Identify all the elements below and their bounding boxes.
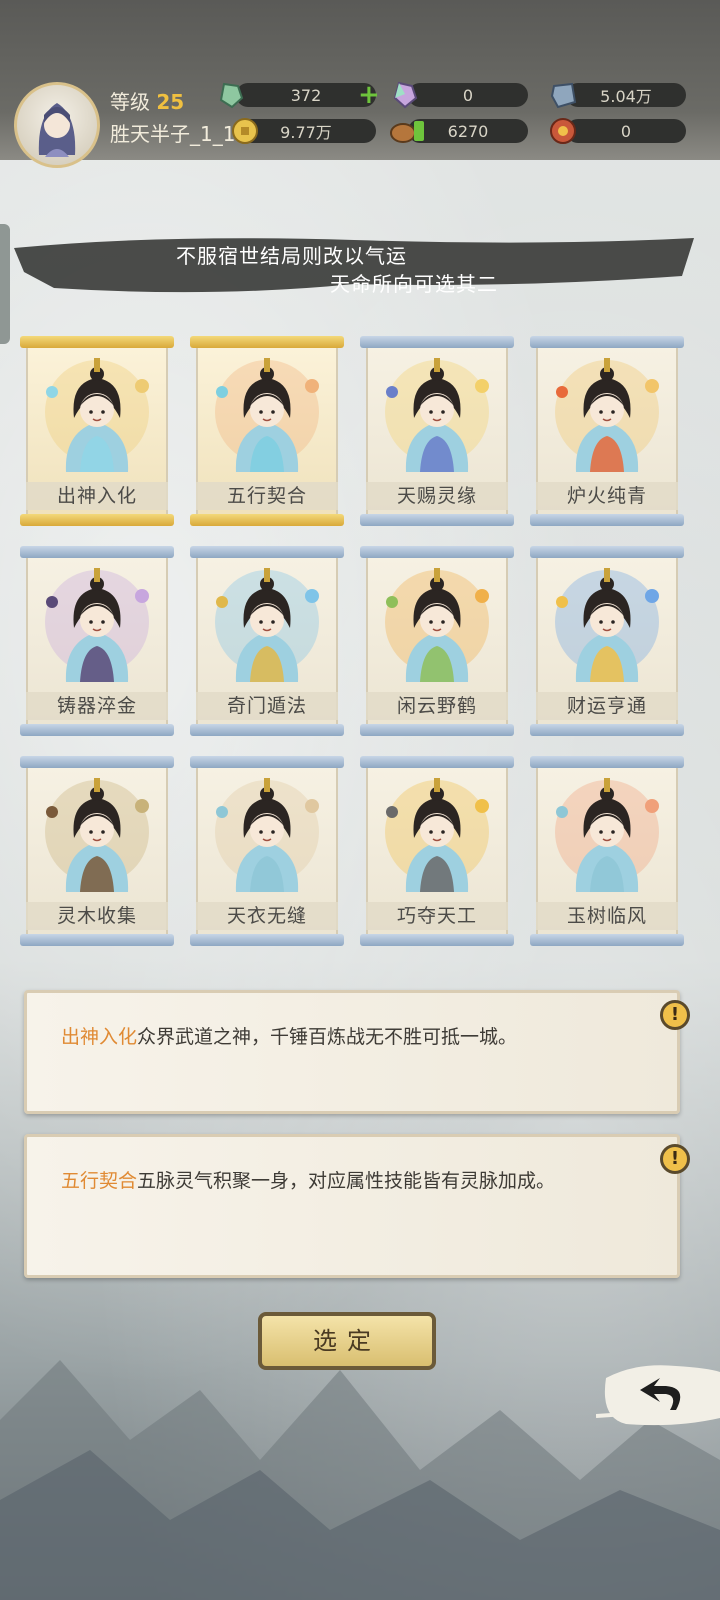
green-crystal-icon	[219, 82, 244, 109]
resource-value: 6270	[447, 121, 489, 141]
scroll-rod-top	[20, 336, 174, 348]
cultivator-portrait-icon	[555, 568, 659, 682]
resource-red-token[interactable]: 0	[566, 119, 686, 143]
scroll-rod-top	[360, 756, 514, 768]
scroll-rod-bottom	[190, 514, 344, 526]
avatar[interactable]	[14, 82, 100, 168]
description-text: 众界武道之神，千锤百炼战无不胜可抵一城。	[137, 1026, 518, 1048]
talent-card-label: 巧夺天工	[366, 902, 508, 930]
cultivator-portrait-icon	[45, 358, 149, 472]
talent-card-label: 出神入化	[26, 482, 168, 510]
level-value: 25	[156, 90, 185, 114]
scroll-rod-bottom	[360, 934, 514, 946]
resource-value: 9.77万	[280, 123, 332, 142]
scroll-rod-top	[20, 756, 174, 768]
side-drawer-tab[interactable]	[0, 224, 10, 344]
talent-card-2[interactable]: 五行契合	[190, 336, 344, 526]
description-panel-1: 出神入化众界武道之神，千锤百炼战无不胜可抵一城。	[24, 990, 680, 1114]
resource-value: 0	[462, 85, 474, 105]
gold-coin-icon	[232, 118, 258, 144]
talent-card-label: 财运亨通	[536, 692, 678, 720]
scroll-rod-bottom	[20, 934, 174, 946]
scroll-rod-top	[360, 546, 514, 558]
add-crystal-button[interactable]: +	[358, 82, 380, 108]
scroll-rod-bottom	[530, 514, 684, 526]
level-label: 等级 25	[110, 90, 185, 114]
scroll-rod-bottom	[530, 724, 684, 736]
character-portrait-icon	[38, 103, 76, 157]
resource-value: 0	[620, 121, 632, 141]
talent-card-label: 灵木收集	[26, 902, 168, 930]
talent-card-12[interactable]: 玉树临风	[530, 756, 684, 946]
scroll-rod-top	[20, 546, 174, 558]
cultivator-portrait-icon	[555, 358, 659, 472]
resource-green-crystal[interactable]: 372	[236, 83, 376, 107]
cultivator-portrait-icon	[45, 568, 149, 682]
resource-leather-bag[interactable]: 6270	[408, 119, 528, 143]
resource-value: 5.04万	[600, 87, 652, 106]
cultivator-portrait-icon	[215, 568, 319, 682]
banner-line1: 不服宿世结局则改以气运	[176, 244, 407, 268]
cultivator-portrait-icon	[385, 358, 489, 472]
bag-progress-marker	[414, 121, 424, 141]
player-name: 胜天半子_1_1	[110, 122, 236, 146]
talent-card-7[interactable]: 闲云野鹤	[360, 546, 514, 736]
talent-card-label: 奇门遁法	[196, 692, 338, 720]
back-button[interactable]	[596, 1358, 720, 1430]
cultivator-portrait-icon	[215, 778, 319, 892]
resource-spirit-stone[interactable]: 5.04万	[566, 83, 686, 107]
talent-card-8[interactable]: 财运亨通	[530, 546, 684, 736]
description-panel-2: 五行契合五脉灵气积聚一身，对应属性技能皆有灵脉加成。	[24, 1134, 680, 1278]
cultivator-portrait-icon	[45, 778, 149, 892]
talent-card-label: 闲云野鹤	[366, 692, 508, 720]
cultivator-portrait-icon	[555, 778, 659, 892]
talent-card-label: 炉火纯青	[536, 482, 678, 510]
red-token-icon	[550, 118, 576, 144]
resource-rainbow-crystal[interactable]: 0	[408, 83, 528, 107]
info-alert-icon[interactable]: !	[660, 1144, 690, 1174]
scroll-rod-top	[530, 336, 684, 348]
scroll-rod-bottom	[360, 514, 514, 526]
scroll-rod-top	[190, 546, 344, 558]
scroll-rod-top	[360, 336, 514, 348]
talent-card-label: 铸器淬金	[26, 692, 168, 720]
description-title: 出神入化	[61, 1026, 138, 1048]
scroll-rod-bottom	[360, 724, 514, 736]
talent-card-label: 玉树临风	[536, 902, 678, 930]
talent-card-label: 天赐灵缘	[366, 482, 508, 510]
cultivator-portrait-icon	[215, 358, 319, 472]
talent-card-5[interactable]: 铸器淬金	[20, 546, 174, 736]
info-alert-icon[interactable]: !	[660, 1000, 690, 1030]
scroll-rod-bottom	[190, 934, 344, 946]
description-text: 五脉灵气积聚一身，对应属性技能皆有灵脉加成。	[137, 1170, 556, 1192]
spirit-stone-icon	[550, 82, 577, 109]
talent-card-9[interactable]: 灵木收集	[20, 756, 174, 946]
talent-card-1[interactable]: 出神入化	[20, 336, 174, 526]
scroll-rod-bottom	[20, 724, 174, 736]
scroll-rod-bottom	[530, 934, 684, 946]
talent-card-4[interactable]: 炉火纯青	[530, 336, 684, 526]
scroll-rod-top	[530, 756, 684, 768]
talent-card-label: 天衣无缝	[196, 902, 338, 930]
talent-card-10[interactable]: 天衣无缝	[190, 756, 344, 946]
scroll-rod-top	[190, 756, 344, 768]
description-title: 五行契合	[61, 1170, 138, 1192]
scroll-rod-top	[190, 336, 344, 348]
resource-value: 372	[290, 85, 322, 105]
scroll-rod-bottom	[20, 514, 174, 526]
talent-card-3[interactable]: 天赐灵缘	[360, 336, 514, 526]
talent-card-label: 五行契合	[196, 482, 338, 510]
banner-line2: 天命所向可选其二	[330, 272, 498, 296]
cultivator-portrait-icon	[385, 568, 489, 682]
select-button[interactable]: 选定	[258, 1312, 436, 1370]
scroll-rod-bottom	[190, 724, 344, 736]
talent-card-6[interactable]: 奇门遁法	[190, 546, 344, 736]
cultivator-portrait-icon	[385, 778, 489, 892]
talent-card-11[interactable]: 巧夺天工	[360, 756, 514, 946]
scroll-rod-top	[530, 546, 684, 558]
rainbow-crystal-icon	[393, 81, 418, 109]
